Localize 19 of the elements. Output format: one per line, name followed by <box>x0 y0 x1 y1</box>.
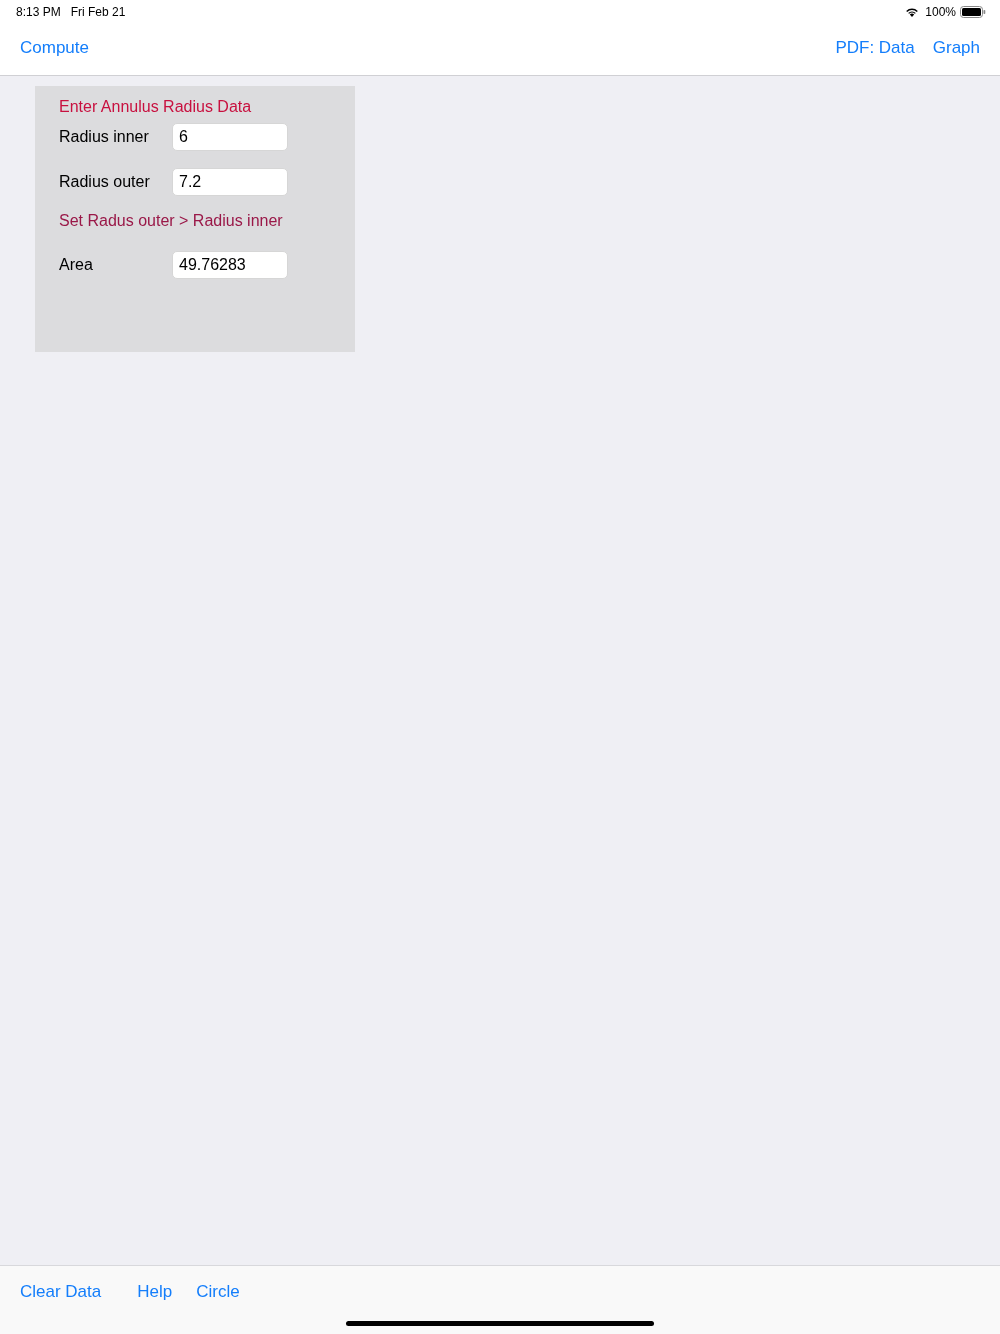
result-field[interactable]: 49.76283 <box>172 251 288 279</box>
battery-percent: 100% <box>925 5 956 19</box>
battery-icon <box>960 6 986 18</box>
input-field[interactable]: 6 <box>172 123 288 151</box>
panel-title: Enter Annulus Radius Data <box>59 98 253 117</box>
hint-text: Set Radus outer > Radius inner <box>59 212 284 231</box>
toolbar-button[interactable]: Circle <box>196 1282 240 1302</box>
input-field[interactable]: 7.2 <box>172 168 288 196</box>
toolbar-button[interactable]: Help <box>137 1282 173 1302</box>
field-label: Radius outer <box>59 173 151 191</box>
nav-button[interactable]: Graph <box>932 37 980 58</box>
nav-button[interactable]: Compute <box>20 37 89 58</box>
wifi-icon <box>905 7 920 17</box>
status-date: Fri Feb 21 <box>70 5 126 19</box>
result-label: Area <box>59 256 94 274</box>
status-time: 8:13 PM <box>16 5 61 19</box>
toolbar-button[interactable]: Clear Data <box>20 1282 102 1302</box>
nav-button[interactable]: PDF: Data <box>835 37 915 58</box>
field-label: Radius inner <box>59 128 150 146</box>
